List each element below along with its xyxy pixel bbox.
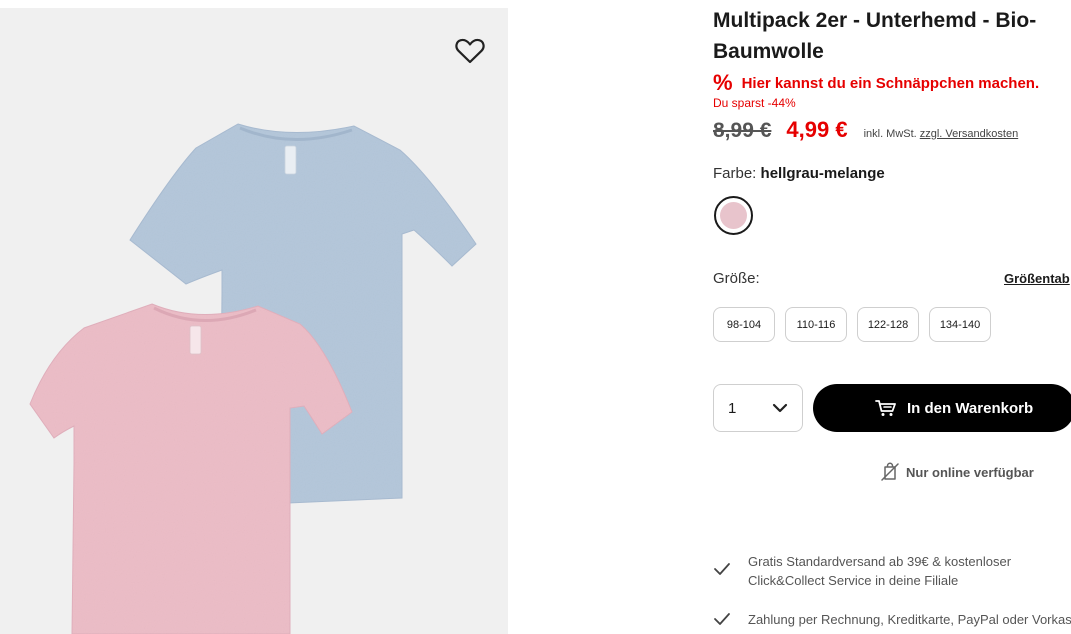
quantity-value: 1 [728,399,737,417]
old-price: 8,99 € [713,119,772,142]
size-options: 98-104 110-116 122-128 134-140 [713,307,991,342]
new-price: 4,99 € [786,117,848,142]
benefit-line: Click&Collect Service in deine Filiale [748,573,959,588]
product-title: Multipack 2er - Unterhemd - Bio-Baumwoll… [713,9,1037,63]
color-label: Farbe: hellgrau-melange [713,165,885,182]
benefit-text: Gratis Standardversand ab 39€ & kostenlo… [748,552,1011,590]
benefit-free-shipping: Gratis Standardversand ab 39€ & kostenlo… [713,552,1011,590]
chevron-down-icon [772,403,788,413]
color-label-prefix: Farbe: [713,165,757,182]
product-info: Multipack 2er - Unterhemd - Bio-Baumwoll… [713,0,1071,634]
color-swatch[interactable] [714,196,753,235]
wishlist-button[interactable] [453,35,487,67]
price-row: 8,99 € 4,99 € inkl. MwSt. zzgl. Versandk… [713,117,1018,143]
percent-icon: % [713,70,733,95]
size-option[interactable]: 134-140 [929,307,991,342]
add-to-cart-button[interactable]: In den Warenkorb [813,384,1071,432]
quantity-select[interactable]: 1 [713,384,803,432]
store-unavailable-icon [881,462,899,481]
size-option[interactable]: 98-104 [713,307,775,342]
size-table-link[interactable]: Größentab [1004,271,1070,286]
savings-text: Du sparst -44% [713,96,796,110]
online-only-text: Nur online verfügbar [906,464,1034,480]
product-image[interactable] [0,8,508,634]
color-value: hellgrau-melange [760,165,885,182]
tax-note: inkl. MwSt. [863,128,917,140]
benefit-payment: Zahlung per Rechnung, Kreditkarte, PayPa… [713,610,1071,629]
size-label: Größe: [713,270,760,287]
benefit-text: Zahlung per Rechnung, Kreditkarte, PayPa… [748,612,1071,627]
size-option[interactable]: 110-116 [785,307,847,342]
deal-text: Hier kannst du ein Schnäppchen machen. [741,74,1040,92]
check-icon [714,613,730,625]
cart-icon [875,400,896,416]
size-option[interactable]: 122-128 [857,307,919,342]
add-to-cart-label: In den Warenkorb [907,399,1034,417]
online-only-notice: Nur online verfügbar [880,462,1034,482]
color-swatch-fill [720,202,747,229]
deal-banner: % Hier kannst du ein Schnäppchen machen. [713,72,1039,94]
shipping-costs-link[interactable]: zzgl. Versandkosten [920,128,1018,140]
benefit-line: Gratis Standardversand ab 39€ & kostenlo… [748,554,1012,569]
product-photo [29,123,477,634]
check-icon [714,563,730,575]
heart-outline-icon [455,38,485,64]
